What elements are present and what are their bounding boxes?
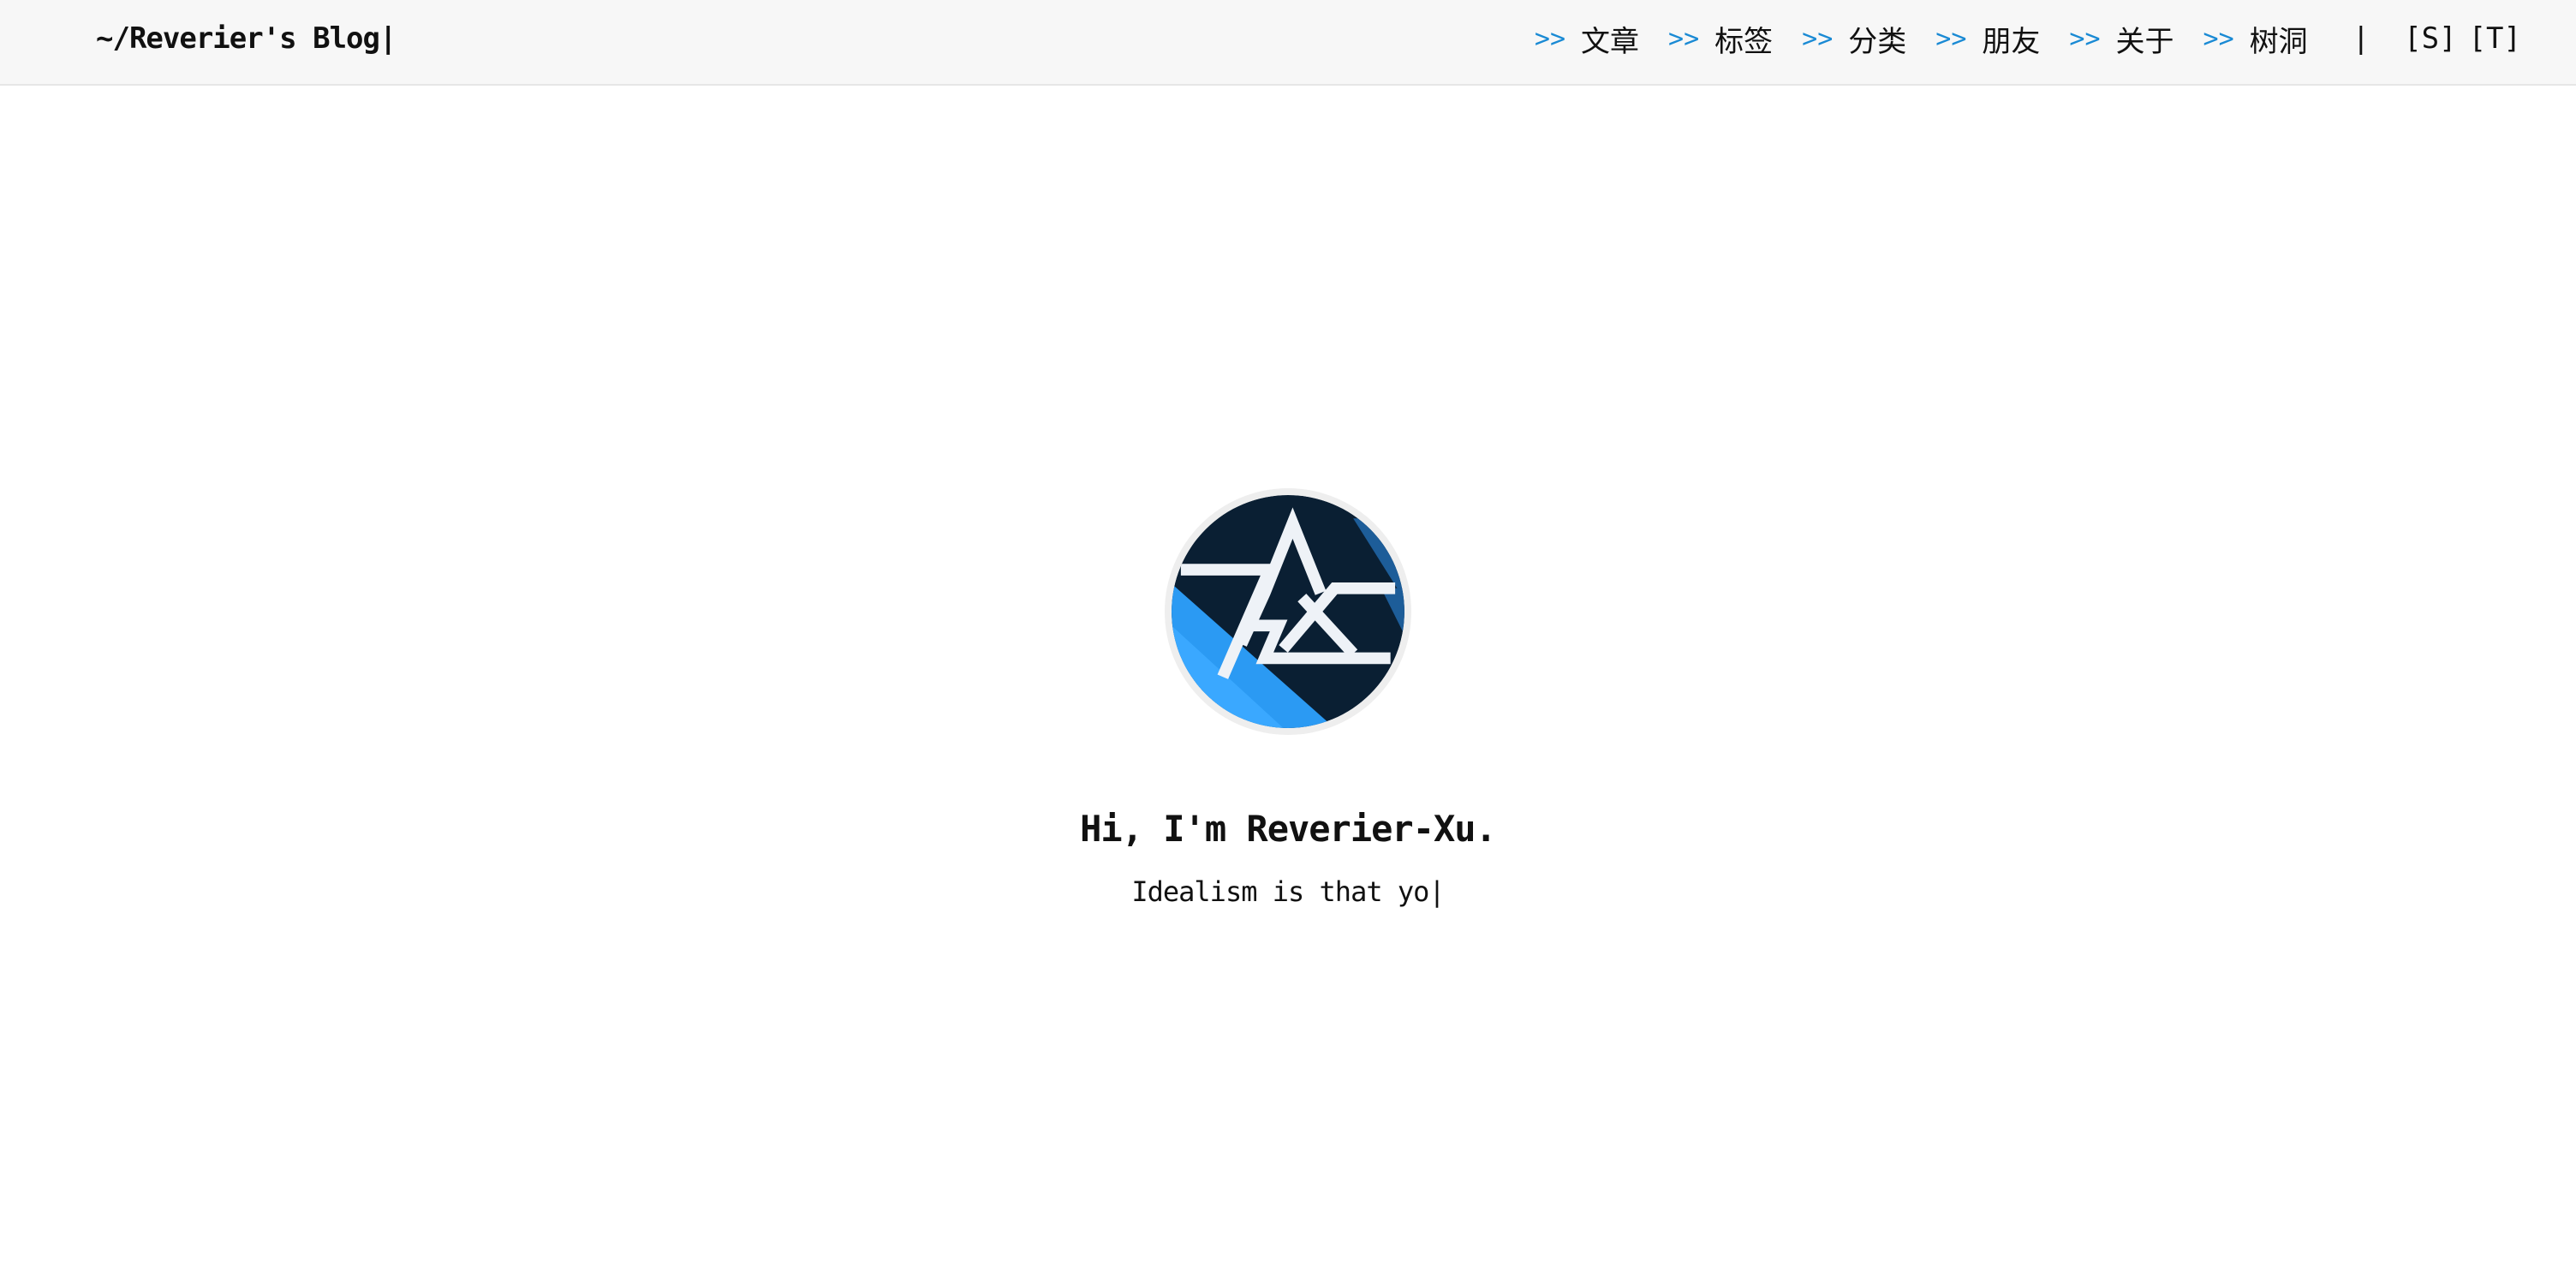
nav-item-label: 标签: [1714, 24, 1774, 59]
double-chevron-right-icon: >>: [1935, 23, 1967, 54]
double-chevron-right-icon: >>: [2203, 23, 2234, 54]
double-chevron-right-icon: >>: [2069, 23, 2101, 54]
nav-item-label: 朋友: [1982, 24, 2041, 59]
search-toggle-button[interactable]: [S]: [2404, 21, 2456, 56]
hero-section: Hi, I'm Reverier-Xu. Idealism is that yo…: [0, 488, 2576, 910]
rx-logo-avatar-icon: [1172, 495, 1404, 728]
nav-item-articles[interactable]: >> 文章: [1535, 18, 1639, 60]
nav-item-tags[interactable]: >> 标签: [1668, 18, 1773, 60]
main-nav: >> 文章 >> 标签 >> 分类 >> 朋友 >> 关于 >> 树洞 | [S…: [1535, 17, 2521, 60]
nav-item-treehole[interactable]: >> 树洞: [2203, 18, 2308, 60]
avatar[interactable]: [1165, 488, 1411, 735]
typing-subtitle: Idealism is that yo|: [1131, 875, 1445, 908]
nav-item-about[interactable]: >> 关于: [2069, 18, 2174, 60]
nav-separator: |: [2352, 21, 2370, 56]
double-chevron-right-icon: >>: [1534, 23, 1566, 54]
top-header: ~/Reverier's Blog| >> 文章 >> 标签 >> 分类 >> …: [0, 0, 2576, 86]
nav-item-label: 文章: [1581, 24, 1640, 59]
theme-toggle-button[interactable]: [T]: [2469, 21, 2521, 56]
nav-item-label: 关于: [2115, 24, 2174, 59]
nav-item-categories[interactable]: >> 分类: [1802, 18, 1906, 60]
double-chevron-right-icon: >>: [1802, 23, 1834, 54]
nav-item-label: 分类: [1848, 24, 1907, 59]
hero-title: Hi, I'm Reverier-Xu.: [1080, 808, 1497, 850]
site-brand[interactable]: ~/Reverier's Blog|: [96, 19, 397, 58]
nav-item-label: 树洞: [2249, 24, 2308, 59]
nav-item-friends[interactable]: >> 朋友: [1935, 18, 2040, 60]
double-chevron-right-icon: >>: [1668, 23, 1700, 54]
